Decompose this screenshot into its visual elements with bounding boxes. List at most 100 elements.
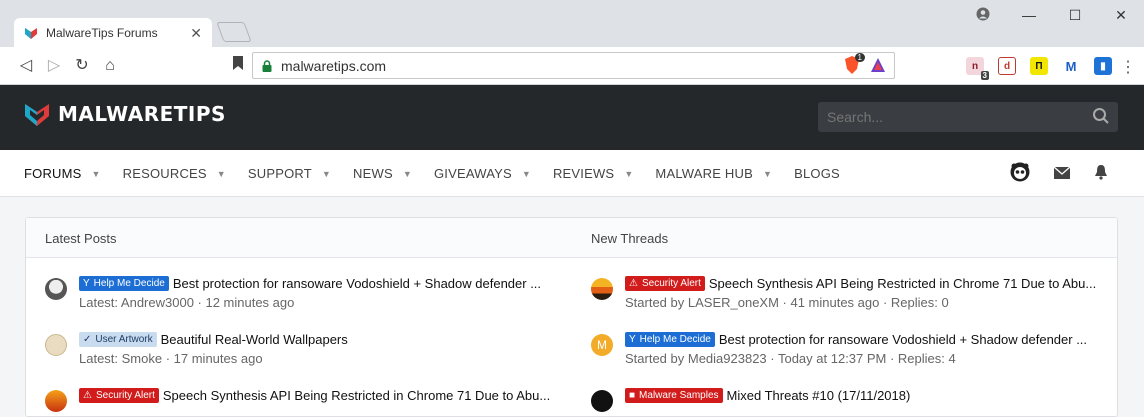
nav-item-forums[interactable]: FORUMS ▼ — [24, 166, 101, 181]
latest-posts-title: Latest Posts — [45, 231, 117, 246]
avatar[interactable] — [45, 390, 67, 412]
minimize-icon[interactable]: — — [1006, 7, 1052, 23]
avatar[interactable] — [591, 390, 613, 412]
url-text: malwaretips.com — [281, 57, 387, 74]
address-bar[interactable]: malwaretips.com 1 — [252, 52, 895, 79]
new-threads-title: New Threads — [591, 231, 669, 246]
browser-tab[interactable]: MalwareTips Forums ✕ — [14, 18, 212, 48]
tab-title: MalwareTips Forums — [46, 26, 158, 40]
browser-toolbar: ◁ ▷ ↻ ⌂ malwaretips.com 1 n3 d П M ▮ ⋮ — [0, 47, 1144, 85]
chevron-down-icon[interactable]: ▼ — [217, 169, 226, 179]
site-search — [818, 102, 1118, 132]
thread-title-link[interactable]: Beautiful Real-World Wallpapers — [161, 332, 348, 347]
extension-blue-icon[interactable]: ▮ — [1094, 57, 1112, 75]
new-thread-item: ⚠ Security Alert Speech Synthesis API Bein… — [591, 276, 1096, 310]
nav-user-tools — [1010, 162, 1108, 187]
nav-item-label: REVIEWS — [552, 166, 615, 181]
panel-header: Latest Posts New Threads — [26, 218, 1117, 258]
nav-item-blogs[interactable]: BLOGS — [794, 166, 840, 181]
chevron-down-icon[interactable]: ▼ — [624, 169, 633, 179]
prefix-icon: ⚠ — [83, 390, 92, 401]
lock-icon — [262, 59, 272, 72]
thread-prefix-badge[interactable]: ■ Malware Samples — [625, 388, 723, 403]
prefix-icon: ✓ — [83, 334, 92, 345]
back-icon[interactable]: ◁ — [16, 56, 36, 76]
prefix-label: Security Alert — [641, 278, 701, 289]
latest-post-item: ⚠ Security Alert Speech Synthesis API Bein… — [45, 388, 550, 412]
thread-title-link[interactable]: Best protection for ransoware Vodoshield… — [719, 332, 1087, 347]
thread-prefix-badge[interactable]: ✓ User Artwork — [79, 332, 157, 347]
chevron-down-icon[interactable]: ▼ — [322, 169, 331, 179]
latest-post-item: Y Help Me Decide Best protection for ranso… — [45, 276, 541, 310]
maximize-icon[interactable]: ☐ — [1052, 7, 1098, 24]
avatar[interactable]: M — [591, 334, 613, 356]
main-nav: FORUMS ▼ RESOURCES ▼ SUPPORT ▼ NEWS ▼ GIVEAWAYS ▼… — [0, 150, 1144, 197]
prefix-label: Security Alert — [95, 390, 155, 401]
extension-n-icon[interactable]: n3 — [966, 57, 989, 80]
avatar[interactable] — [591, 278, 613, 300]
thread-title-link[interactable]: Speech Synthesis API Being Restricted in… — [709, 276, 1096, 291]
thread-meta: Started by LASER_oneXM · 41 minutes ago … — [625, 295, 949, 310]
malwarebytes-icon[interactable]: M — [1062, 57, 1080, 75]
close-window-icon[interactable]: ✕ — [1098, 7, 1144, 24]
search-input[interactable] — [825, 108, 1085, 126]
nav-item-giveaways[interactable]: GIVEAWAYS ▼ — [434, 166, 531, 181]
thread-title-link[interactable]: Best protection for ransoware Vodoshield… — [173, 276, 541, 291]
nav-item-resources[interactable]: RESOURCES ▼ — [123, 166, 226, 181]
prefix-label: Malware Samples — [639, 390, 719, 401]
bookmark-icon[interactable] — [228, 56, 248, 76]
extension-d-icon[interactable]: d — [998, 57, 1016, 75]
thread-prefix-badge[interactable]: ⚠ Security Alert — [625, 276, 705, 291]
brave-rewards-icon[interactable] — [870, 57, 886, 78]
chevron-down-icon[interactable]: ▼ — [763, 169, 772, 179]
new-thread-item: M Y Help Me Decide Best protection for rans… — [591, 332, 1087, 366]
window-controls: — ☐ ✕ — [960, 0, 1144, 30]
malwaretips-logo-icon — [25, 104, 49, 126]
prefix-icon: ⚠ — [629, 278, 638, 289]
nav-item-label: NEWS — [353, 166, 393, 181]
prefix-icon: ■ — [629, 390, 636, 401]
nav-item-reviews[interactable]: REVIEWS ▼ — [553, 166, 633, 181]
forum-activity-panel: Latest Posts New Threads Y Help Me Decide… — [25, 217, 1118, 417]
extension-icons: n3 d П M ▮ — [966, 57, 1112, 80]
thread-prefix-badge[interactable]: Y Help Me Decide — [79, 276, 169, 291]
tab-close-icon[interactable]: ✕ — [190, 25, 202, 42]
avatar[interactable] — [45, 334, 67, 356]
thread-title-link[interactable]: Speech Synthesis API Being Restricted in… — [163, 388, 550, 403]
prefix-label: Help Me Decide — [639, 334, 711, 345]
extension-yellow-icon[interactable]: П — [1030, 57, 1048, 75]
new-tab-button[interactable] — [216, 22, 252, 42]
search-icon[interactable] — [1092, 107, 1110, 125]
chevron-down-icon[interactable]: ▼ — [403, 169, 412, 179]
thread-prefix-badge[interactable]: ⚠ Security Alert — [79, 388, 159, 403]
thread-meta: Latest: Smoke · 17 minutes ago — [79, 351, 263, 366]
thread-meta: Latest: Andrew3000 · 12 minutes ago — [79, 295, 295, 310]
messages-icon[interactable] — [1053, 166, 1071, 184]
reload-icon[interactable]: ↻ — [72, 56, 92, 76]
forward-icon[interactable]: ▷ — [44, 56, 64, 76]
chevron-down-icon[interactable]: ▼ — [522, 169, 531, 179]
nav-item-label: SUPPORT — [247, 166, 312, 181]
profile-icon[interactable] — [960, 7, 1006, 24]
brave-shield-icon[interactable]: 1 — [844, 53, 865, 79]
prefix-label: User Artwork — [95, 334, 153, 345]
nav-item-support[interactable]: SUPPORT ▼ — [248, 166, 331, 181]
thread-title-link[interactable]: Mixed Threats #10 (17/11/2018) — [727, 388, 911, 403]
nav-item-news[interactable]: NEWS ▼ — [353, 166, 412, 181]
notifications-bell-icon[interactable] — [1094, 164, 1108, 185]
brave-badge: 1 — [854, 53, 865, 62]
malwaretips-favicon-icon — [25, 28, 37, 39]
site-header: MALWARETIPS — [0, 85, 1144, 150]
site-logo[interactable]: MALWARETIPS — [24, 101, 226, 127]
chevron-down-icon[interactable]: ▼ — [92, 169, 101, 179]
extension-n-badge: 3 — [980, 71, 989, 80]
thread-prefix-badge[interactable]: Y Help Me Decide — [625, 332, 715, 347]
nav-item-label: GIVEAWAYS — [433, 166, 512, 181]
home-icon[interactable]: ⌂ — [100, 56, 120, 76]
avatar[interactable] — [45, 278, 67, 300]
browser-menu-icon[interactable]: ⋮ — [1120, 57, 1136, 77]
user-avatar[interactable] — [1010, 162, 1030, 187]
nav-item-malware-hub[interactable]: MALWARE HUB ▼ — [655, 166, 772, 181]
nav-item-label: RESOURCES — [122, 166, 207, 181]
prefix-icon: Y — [83, 278, 90, 289]
